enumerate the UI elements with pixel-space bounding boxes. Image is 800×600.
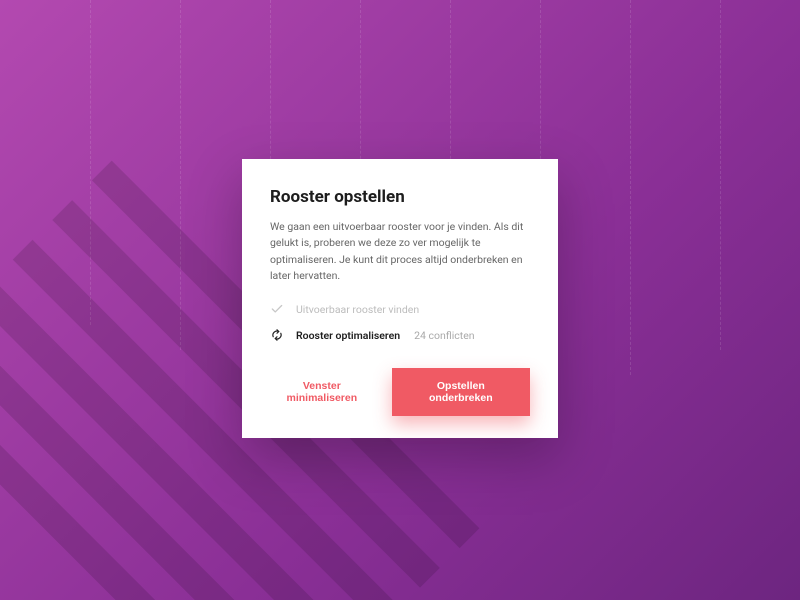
- step-meta-conflicts: 24 conflicten: [414, 329, 475, 342]
- sync-icon: [270, 328, 284, 342]
- modal-actions: Venster minimaliseren Opstellen onderbre…: [270, 368, 530, 416]
- modal-title: Rooster opstellen: [270, 187, 530, 207]
- app-background: Rooster opstellen We gaan een uitvoerbaa…: [0, 0, 800, 600]
- progress-steps: Uitvoerbaar rooster vinden Rooster optim…: [270, 302, 530, 342]
- step-find-feasible: Uitvoerbaar rooster vinden: [270, 302, 530, 316]
- schedule-progress-modal: Rooster opstellen We gaan een uitvoerbaa…: [242, 159, 558, 438]
- interrupt-scheduling-button[interactable]: Opstellen onderbreken: [392, 368, 530, 416]
- modal-description: We gaan een uitvoerbaar rooster voor je …: [270, 219, 530, 284]
- check-icon: [270, 302, 284, 316]
- minimize-window-button[interactable]: Venster minimaliseren: [270, 380, 374, 404]
- step-label: Uitvoerbaar rooster vinden: [296, 303, 419, 316]
- step-optimize: Rooster optimaliseren 24 conflicten: [270, 328, 530, 342]
- step-label: Rooster optimaliseren: [296, 329, 400, 342]
